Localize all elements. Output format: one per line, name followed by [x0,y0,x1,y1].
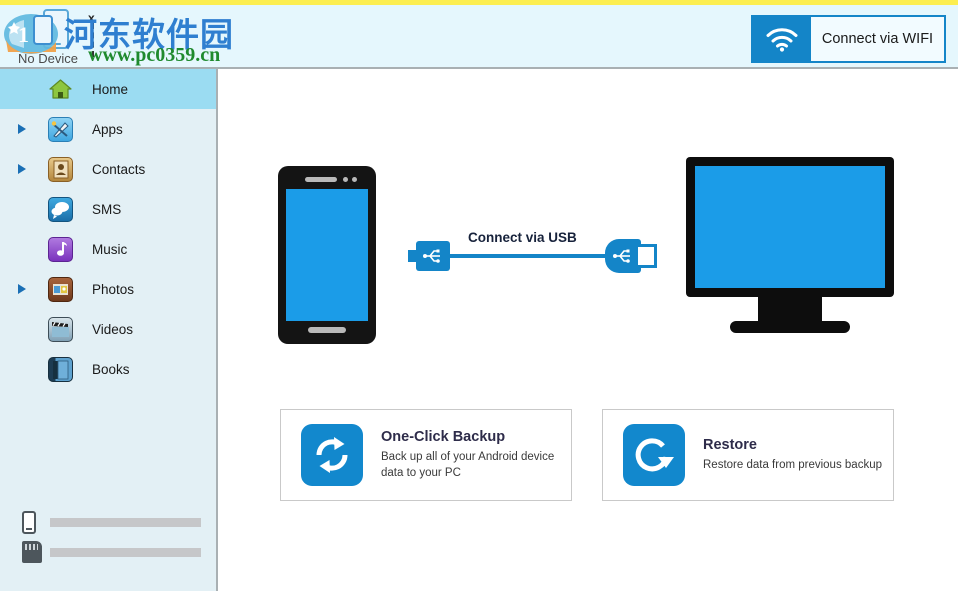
videos-icon [48,317,73,342]
wifi-icon [753,17,811,61]
restore-card[interactable]: Restore Restore data from previous backu… [602,409,894,501]
music-icon [48,237,73,262]
sidebar-item-label: Photos [92,282,134,297]
sidebar-item-label: Videos [92,322,133,337]
photos-icon [48,277,73,302]
contacts-icon [48,157,73,182]
sidebar-item-photos[interactable]: Photos [0,269,216,309]
home-icon [48,77,73,102]
monitor-screen [695,166,885,288]
sms-icon [48,197,73,222]
phone-storage-icon [22,511,36,534]
one-click-backup-card[interactable]: One-Click Backup Back up all of your And… [280,409,572,501]
usb-connector-left-icon [408,241,450,271]
sidebar-item-label: Books [92,362,130,377]
usb-cable-wire [423,254,623,258]
card-text: Restore Restore data from previous backu… [703,437,882,474]
card-description: Restore data from previous backup [703,458,882,474]
app-header: x No Device Connect via WIFI [0,5,958,68]
phone-storage-row [0,507,216,537]
card-title: Restore [703,437,882,453]
disconnect-dash-line [92,23,94,57]
sidebar-item-music[interactable]: Music [0,229,216,269]
connect-via-wifi-button[interactable]: Connect via WIFI [751,15,946,63]
sidebar-item-label: Apps [92,122,123,137]
sync-refresh-icon [301,424,363,486]
chevron-right-icon[interactable] [18,284,26,294]
chevron-right-icon[interactable] [18,164,26,174]
sd-storage-row [0,537,216,567]
sidebar-item-label: Contacts [92,162,145,177]
phone-screen [286,189,368,321]
sidebar-item-videos[interactable]: Videos [0,309,216,349]
card-text: One-Click Backup Back up all of your And… [381,429,571,481]
sidebar-item-sms[interactable]: SMS [0,189,216,229]
phone-outline-icon [43,9,69,49]
sd-storage-bar [50,548,201,557]
sidebar-item-home[interactable]: Home [0,69,216,109]
phone-sensor-dot [352,177,357,182]
chevron-right-icon[interactable] [18,124,26,134]
device-status-label: No Device [18,51,78,66]
sidebar-item-apps[interactable]: Apps [0,109,216,149]
monitor-stand-base [730,321,850,333]
apps-icon [48,117,73,142]
phone-storage-bar [50,518,201,527]
usb-connector-right-icon [605,239,657,273]
desktop-monitor-illustration [686,157,894,297]
phone-home-button [308,327,346,333]
sidebar-item-books[interactable]: Books [0,349,216,389]
device-status-block: x No Device [8,9,128,67]
main-content: Connect via USB [218,69,958,591]
phone-camera-dot [343,177,348,182]
storage-meters [0,507,216,567]
sidebar-item-contacts[interactable]: Contacts [0,149,216,189]
sd-card-icon [22,541,42,563]
sidebar-item-label: Music [92,242,127,257]
connect-via-wifi-label: Connect via WIFI [811,17,944,61]
card-description: Back up all of your Android device data … [381,450,571,481]
books-icon [48,357,73,382]
smartphone-illustration [278,166,376,344]
action-cards: One-Click Backup Back up all of your And… [218,409,958,509]
app-window: x No Device Connect via WIFI [0,0,958,591]
restore-arrow-icon [623,424,685,486]
sidebar-navigation: Home Apps Contacts [0,69,216,591]
card-title: One-Click Backup [381,429,571,445]
connection-illustration: Connect via USB [218,69,958,329]
sidebar-item-label: Home [92,82,128,97]
phone-speaker [305,177,337,182]
sidebar-item-label: SMS [92,202,121,217]
connect-via-usb-label: Connect via USB [468,230,577,245]
